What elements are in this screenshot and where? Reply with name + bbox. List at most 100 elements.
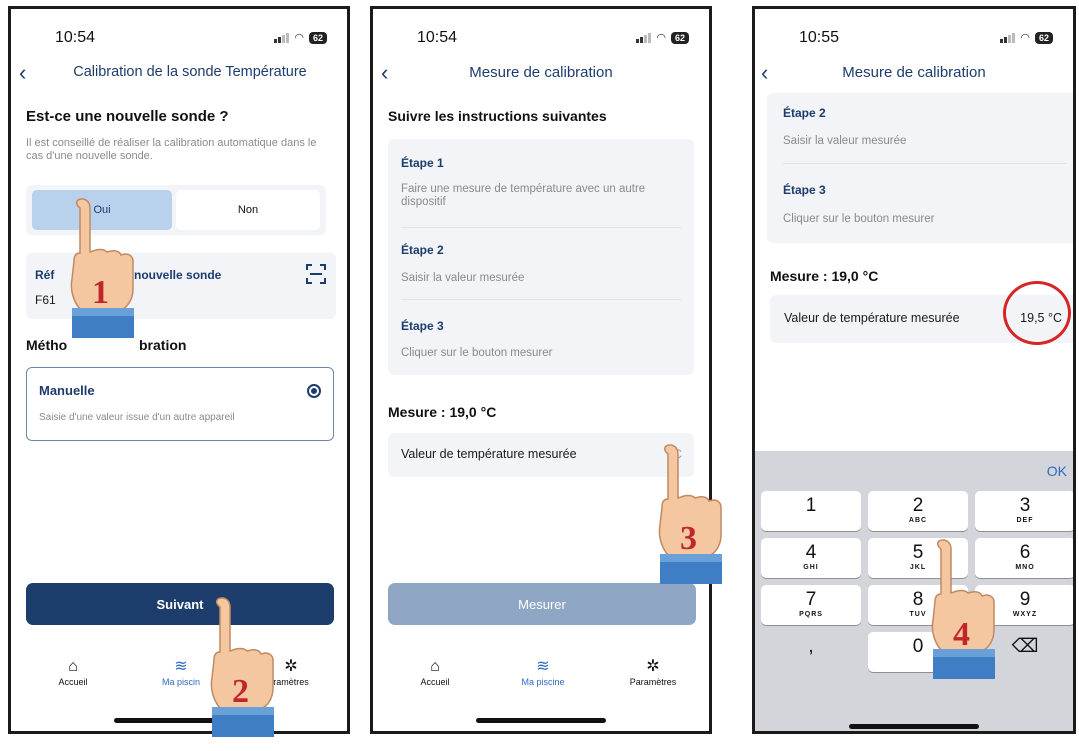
field-unit: C	[673, 447, 682, 461]
status-icons: ◠ 62	[1000, 31, 1053, 44]
radio-selected-icon[interactable]	[307, 384, 321, 398]
key-comma[interactable]: ,	[761, 632, 861, 672]
question-heading: Est-ce une nouvelle sonde ?	[26, 108, 229, 125]
page-title: Mesure de calibration	[469, 64, 613, 81]
backspace-icon[interactable]: ⌫	[975, 632, 1073, 672]
home-indicator	[849, 724, 979, 729]
yes-button[interactable]: Oui	[32, 190, 172, 230]
phone-screen-calibration-probe: 10:54 ◠ 62 ‹ Calibration de la sonde Tem…	[8, 6, 350, 734]
status-bar: 10:54 ◠ 62	[11, 29, 347, 49]
home-indicator	[114, 718, 244, 723]
key-9[interactable]: 9 WXYZ	[975, 585, 1073, 625]
scan-icon[interactable]	[306, 264, 326, 284]
tab-bar: ⌂ Accueil ≋ Ma piscin ✲ ramètres	[11, 657, 347, 697]
battery-icon: 62	[308, 31, 327, 44]
key-7[interactable]: 7 PQRS	[761, 585, 861, 625]
measured-temperature-field[interactable]: Valeur de température mesurée C	[388, 433, 694, 477]
status-bar: 10:54 ◠ 62	[373, 29, 709, 49]
new-probe-toggle: Oui Non	[26, 185, 326, 235]
reference-label-end: nouvelle sonde	[134, 268, 222, 282]
field-label: Valeur de température mesurée	[784, 311, 960, 325]
step-1-title: Étape 1	[401, 156, 444, 170]
divider	[783, 163, 1067, 164]
no-button[interactable]: Non	[176, 190, 320, 230]
battery-icon: 62	[1034, 31, 1053, 44]
tab-pool[interactable]: ≋ Ma piscin	[141, 657, 221, 687]
status-time: 10:54	[55, 29, 96, 46]
status-bar: 10:55 ◠ 62	[755, 29, 1073, 49]
nav-bar: ‹ Mesure de calibration	[373, 61, 709, 87]
wifi-icon: ◠	[656, 32, 666, 44]
ok-button[interactable]: OK	[1047, 463, 1067, 479]
status-icons: ◠ 62	[636, 31, 689, 44]
gear-icon: ✲	[284, 658, 298, 675]
reference-value: F61	[35, 293, 56, 307]
steps-card: Étape 2 Saisir la valeur mesurée Étape 3…	[767, 93, 1073, 243]
key-5[interactable]: 5 JKL	[868, 538, 968, 578]
tab-settings[interactable]: ✲ Paramètres	[613, 657, 693, 687]
divider	[401, 299, 681, 300]
step-2-title: Étape 2	[401, 243, 444, 257]
nav-bar: ‹ Calibration de la sonde Température	[11, 61, 347, 87]
status-icons: ◠ 62	[274, 31, 327, 44]
signal-icon	[274, 32, 290, 43]
step-3-text: Cliquer sur le bouton mesurer	[783, 213, 935, 225]
divider	[401, 227, 681, 228]
method-heading-start: Métho	[26, 337, 68, 353]
step-2-text: Saisir la valeur mesurée	[401, 272, 525, 284]
wifi-icon: ◠	[1020, 32, 1030, 44]
measure-value: Mesure : 19,0 °C	[388, 404, 497, 420]
tab-pool[interactable]: ≋ Ma piscine	[503, 657, 583, 687]
signal-icon	[1000, 32, 1016, 43]
page-title: Calibration de la sonde Température	[73, 64, 307, 80]
status-time: 10:54	[417, 29, 458, 46]
step-2-title: Étape 2	[783, 106, 826, 120]
back-icon[interactable]: ‹	[19, 61, 26, 85]
battery-icon: 62	[670, 31, 689, 44]
highlight-circle	[1003, 281, 1071, 345]
page-title: Mesure de calibration	[842, 64, 986, 81]
measure-button[interactable]: Mesurer	[388, 583, 696, 625]
step-number-1: 1	[92, 274, 109, 311]
numeric-keyboard: OK 1 2 ABC 3 DEF 4 GHI 5 JKL 6 MNO 7 PQRS 8 TUV…	[755, 451, 1073, 731]
method-heading-end: bration	[139, 337, 187, 353]
home-icon: ⌂	[430, 658, 440, 675]
instructions-heading: Suivre les instructions suivantes	[388, 108, 607, 124]
reference-card: Réf nouvelle sonde F61	[26, 253, 336, 319]
step-3-text: Cliquer sur le bouton mesurer	[401, 347, 553, 359]
step-3-title: Étape 3	[783, 183, 826, 197]
key-4[interactable]: 4 GHI	[761, 538, 861, 578]
measure-value: Mesure : 19,0 °C	[770, 268, 879, 284]
step-number-4: 4	[953, 616, 970, 653]
method-option-manual[interactable]: Manuelle Saisie d'une valeur issue d'un …	[26, 367, 334, 441]
step-3-title: Étape 3	[401, 319, 444, 333]
key-1[interactable]: 1	[761, 491, 861, 531]
tab-bar: ⌂ Accueil ≋ Ma piscine ✲ Paramètres	[373, 657, 709, 697]
field-label: Valeur de température mesurée	[401, 447, 577, 461]
step-number-2: 2	[232, 673, 249, 710]
reference-label-start: Réf	[35, 268, 55, 282]
method-name: Manuelle	[39, 383, 95, 398]
method-description: Saisie d'une valeur issue d'un autre app…	[39, 412, 235, 423]
phone-screen-measure-instructions: 10:54 ◠ 62 ‹ Mesure de calibration Suivr…	[370, 6, 712, 734]
status-time: 10:55	[799, 29, 840, 46]
tab-settings[interactable]: ✲ ramètres	[251, 657, 331, 687]
step-2-text: Saisir la valeur mesurée	[783, 135, 907, 147]
tab-home[interactable]: ⌂ Accueil	[395, 657, 475, 687]
hint-text: Il est conseillé de réaliser la calibrat…	[26, 137, 317, 162]
home-indicator	[476, 718, 606, 723]
gear-icon: ✲	[646, 658, 660, 675]
signal-icon	[636, 32, 652, 43]
nav-bar: ‹ Mesure de calibration	[755, 61, 1073, 87]
steps-card: Étape 1 Faire une mesure de température …	[388, 139, 694, 375]
next-button[interactable]: Suivant	[26, 583, 334, 625]
pool-icon: ≋	[174, 658, 188, 675]
key-2[interactable]: 2 ABC	[868, 491, 968, 531]
home-icon: ⌂	[68, 658, 78, 675]
step-number-3: 3	[680, 520, 697, 557]
key-6[interactable]: 6 MNO	[975, 538, 1073, 578]
phone-screen-measure-entry: 10:55 ◠ 62 ‹ Mesure de calibration Étape…	[752, 6, 1076, 734]
key-3[interactable]: 3 DEF	[975, 491, 1073, 531]
pool-icon: ≋	[536, 658, 550, 675]
tab-home[interactable]: ⌂ Accueil	[33, 657, 113, 687]
